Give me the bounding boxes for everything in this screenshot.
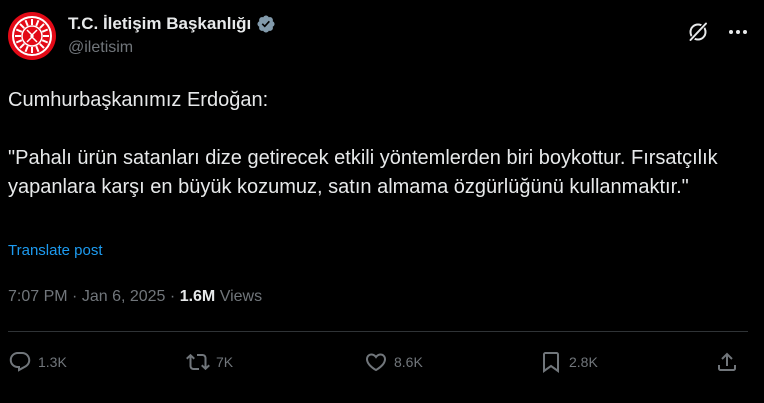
repost-button[interactable]: 7K xyxy=(186,346,233,378)
post-date[interactable]: Jan 6, 2025 xyxy=(82,288,166,305)
more-icon[interactable] xyxy=(726,20,750,44)
reply-count: 1.3K xyxy=(38,354,67,370)
like-count: 8.6K xyxy=(394,354,423,370)
share-button[interactable] xyxy=(715,346,739,378)
bookmark-count: 2.8K xyxy=(569,354,598,370)
views-label: Views xyxy=(219,288,263,305)
grok-icon[interactable] xyxy=(686,20,710,44)
share-icon xyxy=(718,352,736,371)
views-count[interactable]: 1.6M xyxy=(180,288,216,305)
verified-badge-icon xyxy=(257,15,275,33)
repost-count: 7K xyxy=(216,354,234,370)
action-bar: 1.3K 7K 8.6K 2.8K xyxy=(8,346,748,378)
meta-separator: · xyxy=(169,288,176,305)
reply-icon xyxy=(9,352,31,372)
post-time[interactable]: 7:07 PM xyxy=(8,288,68,305)
post-header: T.C. İletişim Başkanlığı @iletisim xyxy=(8,12,756,60)
account-info: T.C. İletişim Başkanlığı @iletisim xyxy=(68,14,276,57)
account-handle[interactable]: @iletisim xyxy=(68,39,276,57)
reply-button[interactable]: 1.3K xyxy=(8,346,67,378)
repost-icon xyxy=(186,353,210,371)
post-text-line-2: "Pahalı ürün satanları dize getirecek et… xyxy=(8,147,718,198)
display-name[interactable]: T.C. İletişim Başkanlığı xyxy=(68,14,251,34)
post-meta: 7:07 PM · Jan 6, 2025 · 1.6M Views xyxy=(8,288,262,306)
star-crescent-emblem-icon xyxy=(12,16,52,56)
meta-separator: · xyxy=(72,288,78,305)
heart-icon xyxy=(365,353,387,372)
post-text: Cumhurbaşkanımız Erdoğan: "Pahalı ürün s… xyxy=(8,86,756,202)
bookmark-button[interactable]: 2.8K xyxy=(539,346,598,378)
translate-post-link[interactable]: Translate post xyxy=(8,242,103,259)
post-text-line-1: Cumhurbaşkanımız Erdoğan: xyxy=(8,89,269,111)
avatar[interactable] xyxy=(8,12,56,60)
like-button[interactable]: 8.6K xyxy=(364,346,423,378)
bookmark-icon xyxy=(543,352,559,373)
divider xyxy=(8,331,748,332)
